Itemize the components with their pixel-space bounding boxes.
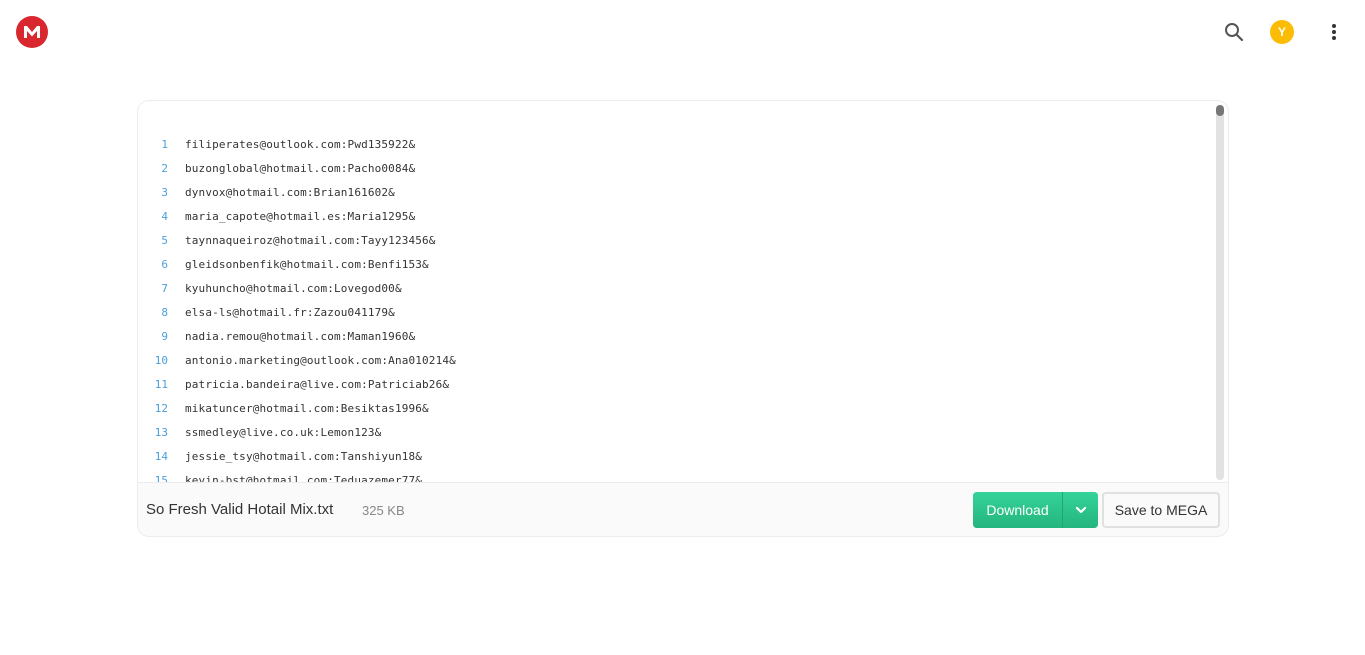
line-text: gleidsonbenfik@hotmail.com:Benfi153& bbox=[185, 257, 429, 271]
line-text: patricia.bandeira@live.com:Patriciab26& bbox=[185, 377, 450, 391]
line-text: nadia.remou@hotmail.com:Maman1960& bbox=[185, 329, 416, 343]
line-number: 3 bbox=[161, 185, 168, 199]
line-text: maria_capote@hotmail.es:Maria1295& bbox=[185, 209, 416, 223]
line-number: 13 bbox=[154, 425, 168, 439]
code-line: 6 gleidsonbenfik@hotmail.com:Benfi153& bbox=[138, 252, 456, 276]
line-number: 2 bbox=[161, 161, 168, 175]
line-number: 6 bbox=[161, 257, 168, 271]
code-line: 3 dynvox@hotmail.com:Brian161602& bbox=[138, 180, 456, 204]
mega-m-icon bbox=[24, 26, 40, 38]
line-number: 7 bbox=[161, 281, 168, 295]
code-line: 14 jessie_tsy@hotmail.com:Tanshiyun18& bbox=[138, 444, 456, 468]
line-number: 8 bbox=[161, 305, 168, 319]
scrollbar[interactable] bbox=[1216, 105, 1224, 480]
line-text: taynnaqueiroz@hotmail.com:Tayy123456& bbox=[185, 233, 436, 247]
mega-logo[interactable] bbox=[16, 16, 48, 48]
code-line: 10 antonio.marketing@outlook.com:Ana01021… bbox=[138, 348, 456, 372]
dot bbox=[1332, 36, 1336, 40]
scrollbar-thumb[interactable] bbox=[1216, 105, 1224, 116]
line-text: buzonglobal@hotmail.com:Pacho0084& bbox=[185, 161, 416, 175]
dot bbox=[1332, 24, 1336, 28]
code-line: 8 elsa-ls@hotmail.fr:Zazou041179& bbox=[138, 300, 456, 324]
more-vertical-icon[interactable] bbox=[1327, 22, 1341, 42]
save-to-mega-button[interactable]: Save to MEGA bbox=[1102, 492, 1220, 528]
code-line: 1 filiperates@outlook.com:Pwd135922& bbox=[138, 132, 456, 156]
line-number: 1 bbox=[161, 137, 168, 151]
chevron-down-icon bbox=[1075, 506, 1086, 514]
search-icon[interactable] bbox=[1224, 22, 1244, 42]
file-preview-panel: 1 filiperates@outlook.com:Pwd135922& 2 buzo… bbox=[137, 100, 1229, 537]
line-text: ssmedley@live.co.uk:Lemon123& bbox=[185, 425, 382, 439]
code-line: 7 kyuhuncho@hotmail.com:Lovegod00& bbox=[138, 276, 456, 300]
code-line: 2 buzonglobal@hotmail.com:Pacho0084& bbox=[138, 156, 456, 180]
download-button[interactable]: Download bbox=[973, 492, 1063, 528]
file-footer: So Fresh Valid Hotail Mix.txt 325 KB Dow… bbox=[138, 483, 1228, 536]
line-number: 5 bbox=[161, 233, 168, 247]
dot bbox=[1332, 30, 1336, 34]
line-text: filiperates@outlook.com:Pwd135922& bbox=[185, 137, 416, 151]
line-number: 4 bbox=[161, 209, 168, 223]
line-text: elsa-ls@hotmail.fr:Zazou041179& bbox=[185, 305, 395, 319]
line-text: kyuhuncho@hotmail.com:Lovegod00& bbox=[185, 281, 402, 295]
line-number: 12 bbox=[154, 401, 168, 415]
line-number: 14 bbox=[154, 449, 168, 463]
line-text: jessie_tsy@hotmail.com:Tanshiyun18& bbox=[185, 449, 423, 463]
code-line: 13 ssmedley@live.co.uk:Lemon123& bbox=[138, 420, 456, 444]
line-text: kevin-bst@hotmail.com:Teduazemer77& bbox=[185, 473, 423, 483]
line-number: 15 bbox=[154, 473, 168, 483]
avatar-initial: Y bbox=[1277, 25, 1286, 39]
line-number: 11 bbox=[154, 377, 168, 391]
file-size: 325 KB bbox=[362, 503, 405, 518]
code-line: 5 taynnaqueiroz@hotmail.com:Tayy123456& bbox=[138, 228, 456, 252]
download-button-group: Download bbox=[973, 492, 1098, 528]
line-number: 9 bbox=[161, 329, 168, 343]
code-lines: 1 filiperates@outlook.com:Pwd135922& 2 buzo… bbox=[138, 132, 456, 483]
line-text: mikatuncer@hotmail.com:Besiktas1996& bbox=[185, 401, 429, 415]
line-number: 10 bbox=[154, 353, 168, 367]
code-line: 11 patricia.bandeira@live.com:Patriciab26… bbox=[138, 372, 456, 396]
download-options-button[interactable] bbox=[1063, 492, 1098, 528]
line-text: antonio.marketing@outlook.com:Ana010214& bbox=[185, 353, 456, 367]
code-line: 15 kevin-bst@hotmail.com:Teduazemer77& bbox=[138, 468, 456, 483]
code-line: 12 mikatuncer@hotmail.com:Besiktas1996& bbox=[138, 396, 456, 420]
code-line: 4 maria_capote@hotmail.es:Maria1295& bbox=[138, 204, 456, 228]
text-preview: 1 filiperates@outlook.com:Pwd135922& 2 buzo… bbox=[138, 101, 1228, 483]
user-avatar[interactable]: Y bbox=[1270, 20, 1294, 44]
code-line: 9 nadia.remou@hotmail.com:Maman1960& bbox=[138, 324, 456, 348]
line-text: dynvox@hotmail.com:Brian161602& bbox=[185, 185, 395, 199]
file-name: So Fresh Valid Hotail Mix.txt bbox=[146, 501, 334, 518]
